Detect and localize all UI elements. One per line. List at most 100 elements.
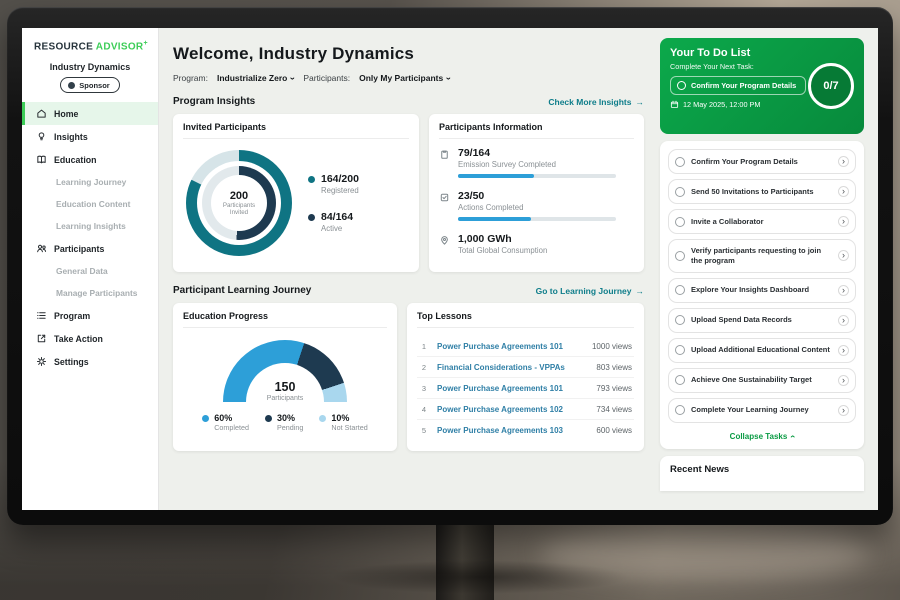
todo-task-row[interactable]: Invite a Collaborator › xyxy=(668,209,856,234)
todo-task-row[interactable]: Explore Your Insights Dashboard › xyxy=(668,278,856,303)
card-title: Invited Participants xyxy=(183,122,409,139)
todo-header-card: Your To Do List Complete Your Next Task:… xyxy=(660,38,864,134)
lesson-views: 1000 views xyxy=(592,342,632,351)
sponsor-badge[interactable]: Sponsor xyxy=(60,77,119,93)
lesson-link[interactable]: Financial Considerations - VPPAs xyxy=(437,363,588,372)
check-square-icon xyxy=(439,192,450,203)
legend-item-active: 84/164 Active xyxy=(308,211,359,233)
chevron-right-icon[interactable]: › xyxy=(838,375,849,386)
next-task-item[interactable]: Confirm Your Program Details xyxy=(670,76,806,95)
sidebar-item-education[interactable]: Education xyxy=(22,148,158,171)
task-checkbox[interactable] xyxy=(675,375,685,385)
sidebar-nav: Home Insights Education Learning Journey xyxy=(22,102,158,373)
chevron-right-icon[interactable]: › xyxy=(838,250,849,261)
task-checkbox[interactable] xyxy=(675,217,685,227)
donut-center-label: Participants Invited xyxy=(218,202,260,217)
task-checkbox[interactable] xyxy=(677,81,686,90)
chevron-right-icon[interactable]: › xyxy=(838,345,849,356)
todo-task-row[interactable]: Achieve One Sustainability Target › xyxy=(668,368,856,393)
chevron-right-icon[interactable]: › xyxy=(838,285,849,296)
sidebar-item-insights[interactable]: Insights xyxy=(22,125,158,148)
collapse-label: Collapse Tasks xyxy=(730,432,788,441)
sponsor-icon xyxy=(68,82,75,89)
invited-participants-card: Invited Participants 200 Participants In… xyxy=(173,114,419,272)
logo-advisor: ADVISOR xyxy=(96,41,144,52)
chevron-right-icon[interactable]: › xyxy=(838,216,849,227)
sidebar-item-take-action[interactable]: Take Action xyxy=(22,327,158,350)
lesson-link[interactable]: Power Purchase Agreements 101 xyxy=(437,384,588,393)
legend-label: Not Started xyxy=(331,423,367,432)
arrow-right-icon: → xyxy=(636,286,645,296)
participants-filter-value: Only My Participants xyxy=(359,73,443,83)
education-gauge-legend: 60% Completed 30% Pending xyxy=(202,413,368,432)
chevron-right-icon[interactable]: › xyxy=(838,405,849,416)
task-checkbox[interactable] xyxy=(675,285,685,295)
program-filter-label: Program: xyxy=(173,73,208,83)
sidebar-item-learning-journey[interactable]: Learning Journey xyxy=(22,171,158,193)
calendar-icon xyxy=(670,100,679,109)
filter-bar: Program: Industrialize Zero › Participan… xyxy=(173,73,644,83)
sidebar-item-manage-participants[interactable]: Manage Participants xyxy=(22,282,158,304)
participants-filter-select[interactable]: Only My Participants › xyxy=(359,73,450,83)
todo-task-row[interactable]: Upload Additional Educational Content › xyxy=(668,338,856,363)
sidebar-item-settings[interactable]: Settings xyxy=(22,350,158,373)
sidebar-item-label: Manage Participants xyxy=(56,288,137,298)
logo-plus: + xyxy=(143,40,147,47)
task-checkbox[interactable] xyxy=(675,315,685,325)
learning-journey-header: Participant Learning Journey Go to Learn… xyxy=(173,285,644,296)
check-more-insights-link[interactable]: Check More Insights → xyxy=(548,97,644,107)
lesson-link[interactable]: Power Purchase Agreements 102 xyxy=(437,405,588,414)
chevron-right-icon[interactable]: › xyxy=(838,156,849,167)
sidebar-item-home[interactable]: Home xyxy=(22,102,158,125)
task-checkbox[interactable] xyxy=(675,251,685,261)
due-date-label: 12 May 2025, 12:00 PM xyxy=(683,100,760,109)
lesson-link[interactable]: Power Purchase Agreements 103 xyxy=(437,426,588,435)
collapse-tasks-link[interactable]: Collapse Tasks › xyxy=(668,428,856,444)
sidebar-item-participants[interactable]: Participants xyxy=(22,237,158,260)
sidebar-item-learning-insights[interactable]: Learning Insights xyxy=(22,215,158,237)
sidebar-item-program[interactable]: Program xyxy=(22,304,158,327)
lesson-row: 2 Financial Considerations - VPPAs 803 v… xyxy=(417,357,634,378)
legend-label: Completed xyxy=(214,423,249,432)
go-to-learning-journey-link[interactable]: Go to Learning Journey → xyxy=(536,286,644,296)
participants-filter-label: Participants: xyxy=(303,73,350,83)
desk-highlight xyxy=(540,522,870,582)
program-filter-select[interactable]: Industrialize Zero › xyxy=(217,73,294,83)
legend-dot xyxy=(265,415,272,422)
arrow-right-icon: → xyxy=(636,97,645,107)
section-title: Program Insights xyxy=(173,96,255,107)
task-checkbox[interactable] xyxy=(675,345,685,355)
todo-task-row[interactable]: Upload Spend Data Records › xyxy=(668,308,856,333)
chevron-right-icon[interactable]: › xyxy=(838,186,849,197)
lesson-rank: 1 xyxy=(419,342,429,351)
legend-value: 10% xyxy=(331,413,367,423)
lesson-row: 5 Power Purchase Agreements 103 600 view… xyxy=(417,420,634,440)
task-label: Confirm Your Program Details xyxy=(691,157,832,167)
app-logo: RESOURCE ADVISOR+ xyxy=(22,40,158,52)
education-gauge-chart: 150 Participants xyxy=(223,340,347,402)
lesson-link[interactable]: Power Purchase Agreements 101 xyxy=(437,342,584,351)
chevron-right-icon[interactable]: › xyxy=(838,315,849,326)
legend-dot xyxy=(308,176,315,183)
actions-completed-row: 23/50 Actions Completed xyxy=(439,190,634,221)
legend-dot xyxy=(202,415,209,422)
sponsor-badge-label: Sponsor xyxy=(79,81,109,90)
task-checkbox[interactable] xyxy=(675,187,685,197)
todo-task-row[interactable]: Verify participants requesting to join t… xyxy=(668,239,856,273)
todo-task-row[interactable]: Complete Your Learning Journey › xyxy=(668,398,856,423)
task-checkbox[interactable] xyxy=(675,405,685,415)
education-progress-card: Education Progress 150 Participants xyxy=(173,303,397,451)
task-label: Upload Spend Data Records xyxy=(691,315,832,325)
program-filter-value: Industrialize Zero xyxy=(217,73,287,83)
chevron-up-icon: › xyxy=(788,435,797,438)
sidebar-item-education-content[interactable]: Education Content xyxy=(22,193,158,215)
legend-dot xyxy=(308,214,315,221)
todo-task-row[interactable]: Send 50 Invitations to Participants › xyxy=(668,179,856,204)
task-checkbox[interactable] xyxy=(675,157,685,167)
sidebar-item-general-data[interactable]: General Data xyxy=(22,260,158,282)
actions-completed-progressbar xyxy=(458,217,616,221)
page-title: Welcome, Industry Dynamics xyxy=(173,44,644,64)
lesson-rank: 4 xyxy=(419,405,429,414)
insights-icon xyxy=(36,131,47,142)
todo-task-row[interactable]: Confirm Your Program Details › xyxy=(668,149,856,174)
